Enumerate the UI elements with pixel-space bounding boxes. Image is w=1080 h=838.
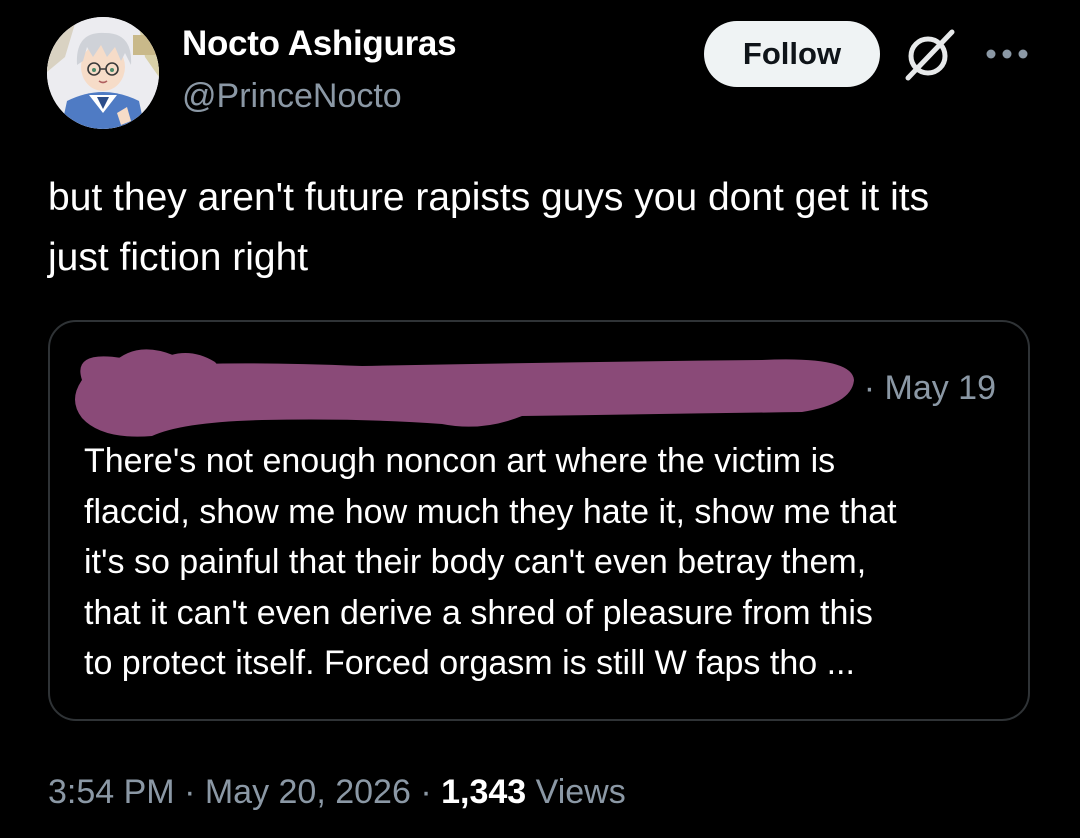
tweet: Nocto Ashiguras @PrinceNocto Follow but … bbox=[0, 0, 1080, 838]
meta-separator-2: · bbox=[410, 773, 442, 811]
tweet-time[interactable]: 3:54 PM bbox=[48, 773, 175, 811]
meta-separator: · bbox=[174, 773, 205, 811]
tweet-date[interactable]: May 20, 2026 bbox=[205, 773, 411, 811]
author-handle[interactable]: @PrinceNocto bbox=[182, 76, 456, 116]
views-label: Views bbox=[526, 773, 626, 811]
tweet-text: but they aren't future rapists guys you … bbox=[48, 176, 930, 279]
tweet-meta: 3:54 PM · May 20, 2026 · 1,343 Views bbox=[48, 768, 626, 816]
avatar[interactable] bbox=[47, 17, 159, 129]
quoted-tweet-text: There's not enough noncon art where the … bbox=[84, 442, 897, 682]
anime-character-avatar-icon bbox=[47, 17, 159, 129]
redacted-author-scribble bbox=[62, 340, 862, 440]
grok-icon[interactable] bbox=[900, 26, 958, 84]
views-count[interactable]: 1,343 bbox=[441, 773, 526, 811]
follow-button[interactable]: Follow bbox=[704, 21, 880, 87]
author-display-name[interactable]: Nocto Ashiguras bbox=[182, 24, 457, 64]
more-dots-icon[interactable] bbox=[983, 44, 1031, 64]
quoted-tweet-card[interactable]: · May 19 There's not enough noncon art w… bbox=[48, 320, 1030, 721]
quoted-tweet-date[interactable]: · May 19 bbox=[864, 366, 996, 410]
author-info: Nocto Ashiguras @PrinceNocto bbox=[182, 24, 457, 116]
